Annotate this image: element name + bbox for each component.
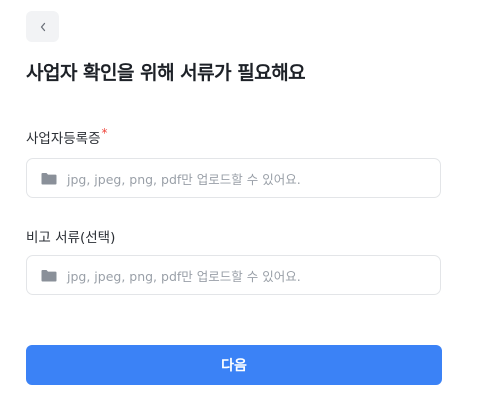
note-document-upload[interactable]: jpg, jpeg, png, pdf만 업로드할 수 있어요. bbox=[26, 255, 441, 295]
business-registration-label: 사업자등록증* bbox=[26, 126, 108, 147]
folder-icon bbox=[41, 172, 57, 185]
required-mark: * bbox=[101, 126, 108, 140]
business-registration-upload[interactable]: jpg, jpeg, png, pdf만 업로드할 수 있어요. bbox=[26, 158, 441, 198]
business-registration-placeholder: jpg, jpeg, png, pdf만 업로드할 수 있어요. bbox=[67, 171, 301, 187]
next-button[interactable]: 다음 bbox=[26, 345, 442, 385]
note-document-placeholder: jpg, jpeg, png, pdf만 업로드할 수 있어요. bbox=[67, 268, 301, 284]
back-button[interactable] bbox=[26, 11, 59, 42]
chevron-left-icon bbox=[39, 22, 47, 32]
page-title: 사업자 확인을 위해 서류가 필요해요 bbox=[26, 62, 306, 84]
note-document-label: 비고 서류(선택) bbox=[26, 230, 116, 246]
business-registration-label-text: 사업자등록증 bbox=[26, 131, 101, 147]
folder-icon bbox=[41, 269, 57, 282]
